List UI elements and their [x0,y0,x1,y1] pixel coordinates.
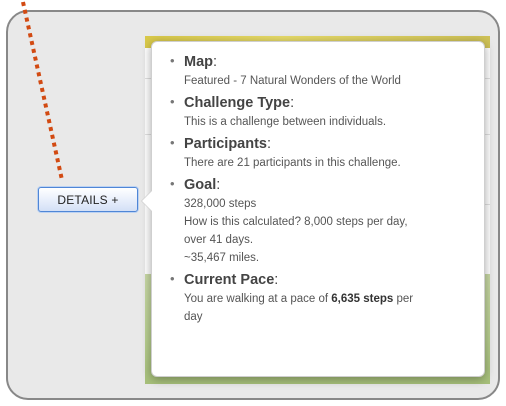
popover-arrow [141,190,152,212]
section-label: Map [184,54,213,70]
section-participants: • Participants: There are 21 participant… [162,134,472,172]
section-text: Featured - 7 Natural Wonders of the Worl… [184,75,401,87]
section-text: There are 21 participants in this challe… [184,157,401,169]
pace-value: 6,635 steps [331,293,394,305]
section-text: This is a challenge between individuals. [184,116,387,128]
details-button[interactable]: DETAILS + [38,187,138,212]
pace-suffix: per [393,293,414,305]
bullet-icon: • [170,135,175,150]
section-challenge-type: • Challenge Type: This is a challenge be… [162,93,472,131]
pace-prefix: You are walking at a pace of [184,293,332,305]
goal-miles-text: ~35,467 miles. [184,252,260,264]
bullet-icon: • [170,53,175,68]
challenge-details-popover: • Map: Featured - 7 Natural Wonders of t… [141,41,485,377]
pace-text-end: day [184,311,203,323]
section-label: Participants [184,136,267,152]
section-label: Challenge Type [184,95,291,111]
goal-steps-text: 328,000 steps [184,198,257,210]
section-label: Goal [184,177,217,193]
section-current-pace: • Current Pace: You are walking at a pac… [162,270,472,326]
details-list: • Map: Featured - 7 Natural Wonders of t… [162,52,472,326]
bullet-icon: • [170,94,175,109]
pace-text: You are walking at a pace of 6,635 steps… [184,290,472,308]
section-map: • Map: Featured - 7 Natural Wonders of t… [162,52,472,90]
bullet-icon: • [170,176,175,191]
goal-calculation-text: How is this calculated? 8,000 steps per … [184,216,408,228]
details-button-label: DETAILS + [57,192,119,207]
goal-duration-text: over 41 days. [184,234,254,246]
bullet-icon: • [170,271,175,286]
section-label: Current Pace [184,272,275,288]
section-goal: • Goal: 328,000 steps How is this calcul… [162,175,472,267]
